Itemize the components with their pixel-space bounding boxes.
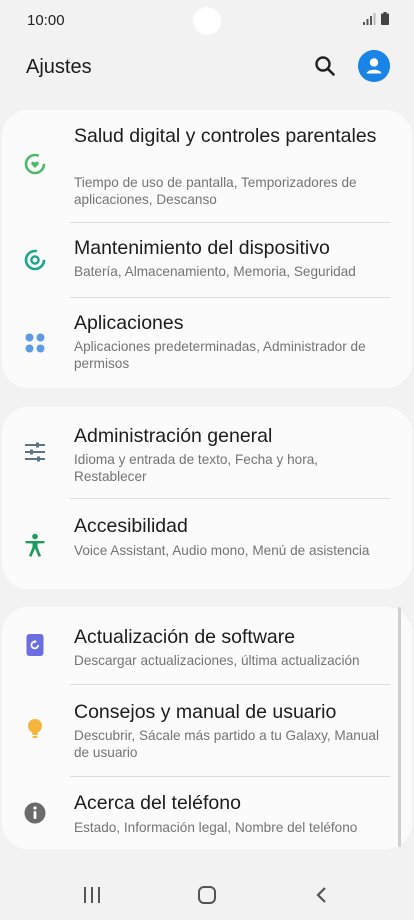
settings-item-apps[interactable]: Aplicaciones Aplicaciones predeterminada… <box>2 298 412 388</box>
item-subtitle: Aplicaciones predeterminadas, Administra… <box>74 339 366 371</box>
item-subtitle: Descargar actualizaciones, última actual… <box>74 653 360 668</box>
tips-icon <box>28 719 42 738</box>
settings-item-tips[interactable]: Consejos y manual de usuario Descubrir, … <box>2 685 412 776</box>
item-title: Aplicaciones <box>74 312 184 334</box>
navigation-bar <box>0 870 414 920</box>
apps-icon <box>25 333 45 353</box>
account-avatar[interactable] <box>358 50 390 82</box>
settings-section-2: Administración general Idioma y entrada … <box>2 407 412 589</box>
recent-apps-icon[interactable] <box>82 886 102 904</box>
settings-section-1: Salud digital y controles parentales Tie… <box>2 110 412 388</box>
software-update-icon <box>26 634 44 656</box>
accessibility-icon <box>25 533 45 557</box>
settings-item-software-update[interactable]: Actualización de software Descargar actu… <box>2 607 412 684</box>
item-subtitle: Estado, Información legal, Nombre del te… <box>74 820 358 835</box>
item-subtitle: Voice Assistant, Audio mono, Menú de asi… <box>74 543 370 558</box>
settings-item-accessibility[interactable]: Accesibilidad Voice Assistant, Audio mon… <box>2 499 412 589</box>
item-title: Administración general <box>74 425 273 447</box>
home-icon[interactable] <box>197 885 217 905</box>
item-title: Mantenimiento del dispositivo <box>74 237 330 259</box>
signal-icon <box>363 13 376 25</box>
settings-section-3: Actualización de software Descargar actu… <box>2 607 412 849</box>
settings-item-digital-wellbeing[interactable]: Salud digital y controles parentales Tie… <box>2 110 412 222</box>
item-title: Acerca del teléfono <box>74 792 241 814</box>
search-icon[interactable] <box>313 54 337 78</box>
item-subtitle: Batería, Almacenamiento, Memoria, Seguri… <box>74 264 356 279</box>
battery-icon <box>381 12 389 25</box>
device-care-icon <box>24 249 46 271</box>
status-bar: 10:00 <box>0 0 414 42</box>
settings-item-device-care[interactable]: Mantenimiento del dispositivo Batería, A… <box>2 223 412 297</box>
item-subtitle: Tiempo de uso de pantalla, Temporizadore… <box>74 175 357 207</box>
info-icon <box>24 802 46 824</box>
settings-item-general-management[interactable]: Administración general Idioma y entrada … <box>2 407 412 498</box>
item-title: Accesibilidad <box>74 515 188 537</box>
scrollbar[interactable] <box>398 607 401 847</box>
page-title: Ajustes <box>26 56 92 78</box>
settings-item-about-phone[interactable]: Acerca del teléfono Estado, Información … <box>2 777 412 849</box>
item-title: Consejos y manual de usuario <box>74 701 337 723</box>
general-management-icon <box>25 442 45 462</box>
item-title: Actualización de software <box>74 626 296 648</box>
item-subtitle: Descubrir, Sácale más partido a tu Galax… <box>74 728 379 760</box>
status-time: 10:00 <box>27 12 65 29</box>
item-subtitle: Idioma y entrada de texto, Fecha y hora,… <box>74 452 319 484</box>
digital-wellbeing-icon <box>24 153 46 175</box>
back-icon[interactable] <box>314 886 330 904</box>
item-title: Salud digital y controles parentales <box>74 125 377 147</box>
app-header: Ajustes <box>0 42 414 94</box>
camera-cutout <box>193 7 221 35</box>
